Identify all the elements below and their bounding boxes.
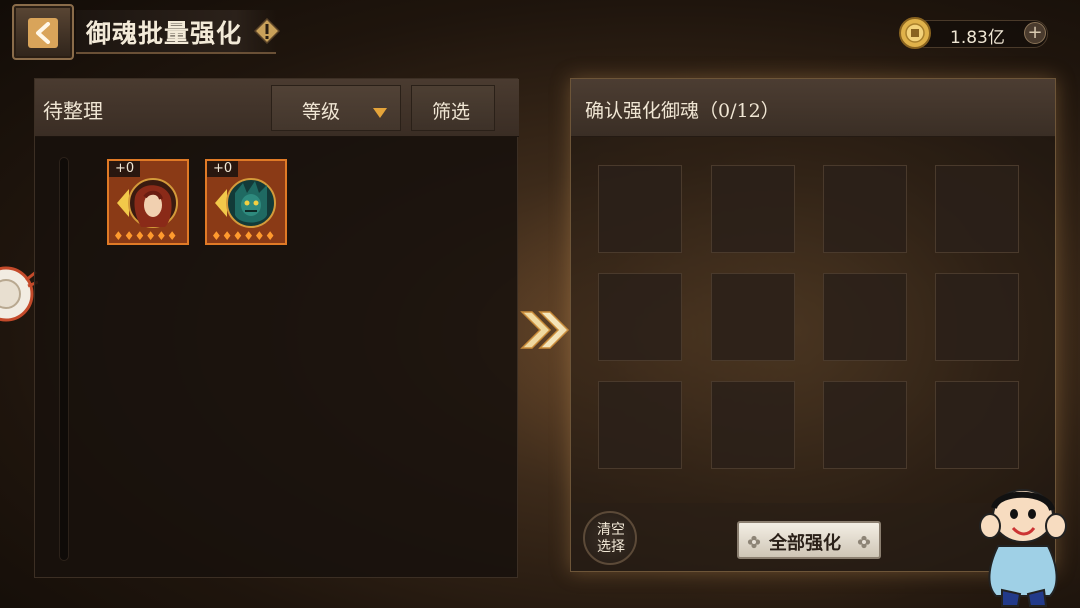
empty-soul-slot[interactable] <box>598 381 682 469</box>
empty-soul-slot[interactable] <box>598 165 682 253</box>
clear-selection-label: 清空选择 <box>597 522 625 555</box>
empty-soul-slot[interactable] <box>711 273 795 361</box>
clear-selection-button[interactable]: 清空选择 <box>583 511 637 565</box>
back-arrow-icon <box>28 18 58 48</box>
empty-soul-slot[interactable] <box>711 381 795 469</box>
soul-item[interactable]: +0 ♦♦♦♦♦♦ <box>107 159 189 245</box>
empty-soul-slot[interactable] <box>711 165 795 253</box>
confirm-panel-title: 确认强化御魂（0/12） <box>585 100 780 122</box>
empty-soul-slot[interactable] <box>823 273 907 361</box>
empty-soul-slot[interactable] <box>598 273 682 361</box>
plus-icon[interactable]: + <box>1024 22 1046 44</box>
sort-dropdown-label: 等级 <box>302 101 341 123</box>
back-button[interactable] <box>12 4 74 60</box>
pending-panel-header: 待整理 等级 筛选 <box>35 79 519 137</box>
cartoon-sticker <box>968 486 1078 608</box>
double-chevron-right-icon <box>516 308 576 352</box>
pending-souls-panel: 待整理 等级 筛选 +0 ♦♦♦♦♦♦ +0 ♦♦♦♦♦♦ <box>34 78 519 578</box>
flower-icon <box>747 534 761 549</box>
currency-display: 1.83亿 + <box>898 16 1050 52</box>
sort-dropdown[interactable]: 等级 <box>271 85 401 131</box>
empty-soul-slot[interactable] <box>935 165 1019 253</box>
soul-stars: ♦♦♦♦♦♦ <box>211 229 276 243</box>
confirm-panel-header: 确认强化御魂（0/12） <box>571 79 1055 137</box>
soul-item[interactable]: +0 ♦♦♦♦♦♦ <box>205 159 287 245</box>
filter-button-label: 筛选 <box>432 101 471 123</box>
empty-soul-slot[interactable] <box>823 381 907 469</box>
side-menu-widget[interactable] <box>0 262 39 326</box>
teal-demon-character-portrait <box>213 175 277 231</box>
enhance-all-label: 全部强化 <box>769 533 841 554</box>
coin-icon <box>898 16 932 50</box>
filter-button[interactable]: 筛选 <box>411 85 495 131</box>
empty-soul-slot[interactable] <box>935 273 1019 361</box>
info-icon[interactable] <box>253 17 281 45</box>
flower-icon <box>857 534 871 549</box>
currency-value: 1.83亿 <box>950 28 1005 48</box>
caret-down-icon <box>372 104 388 118</box>
soul-slot-grid <box>571 137 1055 509</box>
scrollbar[interactable] <box>59 157 69 561</box>
empty-soul-slot[interactable] <box>935 381 1019 469</box>
enhance-all-button[interactable]: 全部强化 <box>737 521 881 559</box>
soul-stars: ♦♦♦♦♦♦ <box>113 229 178 243</box>
empty-soul-slot[interactable] <box>823 165 907 253</box>
red-haired-character-portrait <box>115 175 179 231</box>
pending-panel-title: 待整理 <box>43 99 103 123</box>
page-title: 御魂批量强化 <box>86 19 243 48</box>
